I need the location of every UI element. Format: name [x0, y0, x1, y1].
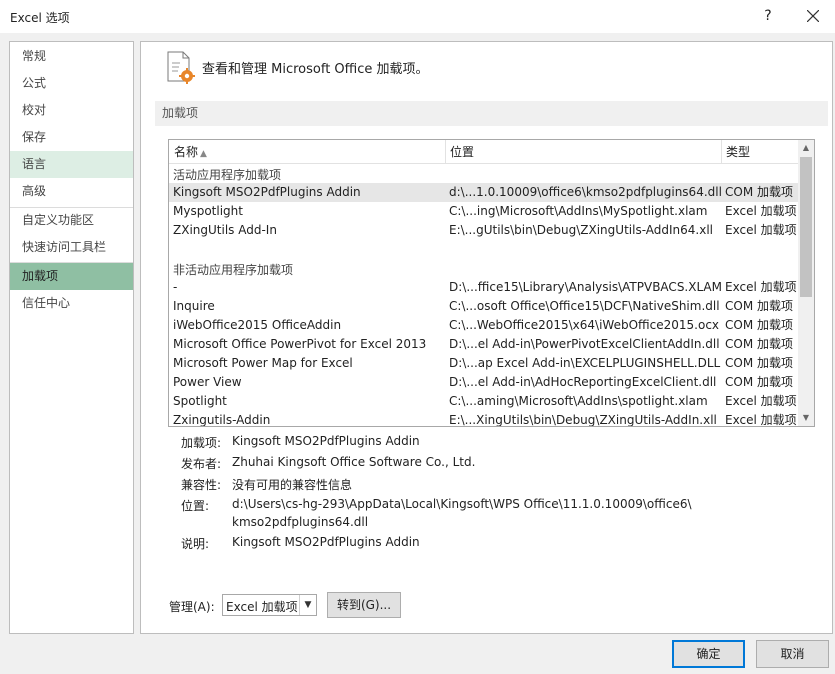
table-row[interactable]: Zxingutils-Addin E:\...XingUtils\bin\Debu…: [169, 411, 798, 426]
column-header-type[interactable]: 类型: [726, 140, 750, 164]
detail-compat-label: 兼容性:: [181, 478, 222, 492]
table-row[interactable]: Microsoft Office PowerPivot for Excel 20…: [169, 335, 798, 354]
help-button[interactable]: ?: [757, 6, 779, 26]
table-row[interactable]: Microsoft Power Map for Excel D:\...ap Ex…: [169, 354, 798, 373]
table-row[interactable]: Spotlight C:\...aming\Microsoft\AddIns\sp…: [169, 392, 798, 411]
cancel-button[interactable]: 取消: [756, 640, 829, 668]
column-header-location[interactable]: 位置: [450, 140, 474, 164]
table-row[interactable]: Myspotlight C:\...ing\Microsoft\AddIns\My…: [169, 202, 798, 221]
table-row[interactable]: iWebOffice2015 OfficeAddin C:\...WebOffic…: [169, 316, 798, 335]
sidebar-item-addins[interactable]: 加载项: [10, 263, 133, 290]
sidebar-item-formulas[interactable]: 公式: [10, 70, 133, 97]
list-scrollbar[interactable]: ▲ ▼: [798, 140, 814, 426]
scroll-down-icon[interactable]: ▼: [798, 410, 814, 426]
detail-publisher-value: Zhuhai Kingsoft Office Software Co., Ltd…: [232, 455, 476, 469]
scroll-thumb[interactable]: [800, 157, 812, 297]
detail-location-value: d:\Users\cs-hg-293\AppData\Local\Kingsof…: [232, 497, 692, 511]
detail-location-label: 位置:: [181, 499, 210, 513]
manage-dropdown-value: Excel 加载项: [226, 600, 298, 614]
detail-desc-value: Kingsoft MSO2PdfPlugins Addin: [232, 535, 420, 549]
table-row[interactable]: - D:\...ffice15\Library\Analysis\ATPVBACS…: [169, 278, 798, 297]
column-header-name[interactable]: 名称 ▲: [174, 140, 207, 164]
sidebar-item-advanced[interactable]: 高级: [10, 178, 133, 205]
sidebar-item-proofing[interactable]: 校对: [10, 97, 133, 124]
detail-addin-value: Kingsoft MSO2PdfPlugins Addin: [232, 434, 420, 448]
addins-panel: 查看和管理 Microsoft Office 加载项。 加载项 名称 ▲ 位置 类…: [140, 41, 833, 634]
ok-button[interactable]: 确定: [672, 640, 745, 668]
close-icon: [807, 10, 819, 22]
section-title: 加载项: [155, 101, 828, 126]
detail-compat-value: 没有可用的兼容性信息: [232, 478, 353, 492]
scroll-up-icon[interactable]: ▲: [798, 140, 814, 156]
addins-list[interactable]: 名称 ▲ 位置 类型 活动应用程序加载项 Kingsoft MSO2PdfPlug…: [168, 139, 815, 427]
list-header: 名称 ▲ 位置 类型: [169, 140, 798, 164]
title-bar: Excel 选项 ?: [0, 0, 835, 33]
table-row[interactable]: ZXingUtils Add-In E:\...gUtils\bin\Debug\…: [169, 221, 798, 240]
detail-addin-label: 加载项:: [181, 436, 222, 450]
sidebar-item-quick-access[interactable]: 快速访问工具栏: [10, 234, 133, 261]
sidebar-item-customize-ribbon[interactable]: 自定义功能区: [10, 207, 133, 234]
close-button[interactable]: [800, 4, 826, 28]
window-title: Excel 选项: [10, 11, 70, 25]
sort-ascending-icon: ▲: [200, 149, 207, 159]
go-button[interactable]: 转到(G)...: [327, 592, 401, 618]
table-row[interactable]: Power View D:\...el Add-in\AdHocReporting…: [169, 373, 798, 392]
detail-location-value-cont: kmso2pdfplugins64.dll: [232, 515, 369, 529]
detail-desc-label: 说明:: [181, 537, 210, 551]
options-sidebar: 常规 公式 校对 保存 语言 高级 自定义功能区 快速访问工具栏 加载项 信任中…: [9, 41, 134, 634]
addin-icon: [167, 51, 195, 84]
manage-label: 管理(A):: [169, 600, 215, 614]
group-label-inactive: 非活动应用程序加载项: [173, 263, 294, 277]
manage-dropdown[interactable]: Excel 加载项 ▼: [222, 594, 317, 616]
sidebar-item-save[interactable]: 保存: [10, 124, 133, 151]
sidebar-item-general[interactable]: 常规: [10, 43, 133, 70]
panel-header: 查看和管理 Microsoft Office 加载项。: [202, 62, 429, 77]
table-row[interactable]: Kingsoft MSO2PdfPlugins Addin d:\...1.0.1…: [169, 183, 798, 202]
detail-publisher-label: 发布者:: [181, 457, 222, 471]
table-row[interactable]: Inquire C:\...osoft Office\Office15\DCF\N…: [169, 297, 798, 316]
sidebar-item-trust-center[interactable]: 信任中心: [10, 290, 133, 317]
sidebar-item-language[interactable]: 语言: [10, 151, 133, 178]
group-label-active: 活动应用程序加载项: [173, 168, 282, 182]
chevron-down-icon[interactable]: ▼: [299, 595, 316, 615]
